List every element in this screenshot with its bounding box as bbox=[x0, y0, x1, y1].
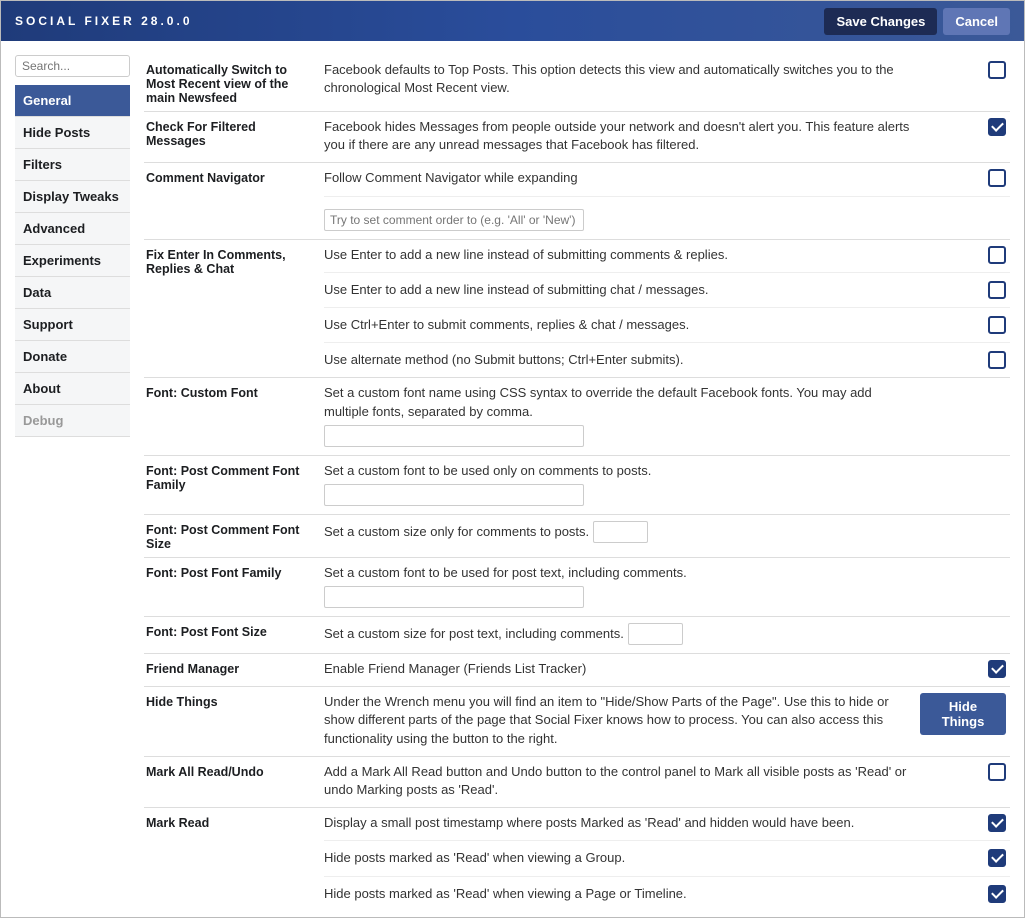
option-comment-navigator: Comment Navigator Follow Comment Navigat… bbox=[144, 163, 1010, 239]
option-desc: Use alternate method (no Submit buttons;… bbox=[324, 351, 920, 369]
search-input[interactable] bbox=[15, 55, 130, 77]
option-mark-read: Mark Read Display a small post timestamp… bbox=[144, 808, 1010, 903]
option-custom-font: Font: Custom Font Set a custom font name… bbox=[144, 378, 1010, 455]
option-desc: Set a custom font name using CSS syntax … bbox=[324, 384, 920, 446]
option-label: Comment Navigator bbox=[144, 169, 324, 238]
option-post-font-size: Font: Post Font Size Set a custom size f… bbox=[144, 617, 1010, 654]
checkbox-mark-read-page[interactable] bbox=[988, 885, 1006, 903]
custom-font-input[interactable] bbox=[324, 425, 584, 447]
option-desc: Facebook hides Messages from people outs… bbox=[324, 118, 920, 154]
option-hide-things: Hide Things Under the Wrench menu you wi… bbox=[144, 687, 1010, 757]
post-comment-font-input[interactable] bbox=[324, 484, 584, 506]
sidebar-item-filters[interactable]: Filters bbox=[15, 149, 130, 181]
option-label: Mark Read bbox=[144, 814, 324, 903]
header: SOCIAL FIXER 28.0.0 Save Changes Cancel bbox=[1, 1, 1024, 41]
option-desc: Hide posts marked as 'Read' when viewing… bbox=[324, 885, 920, 903]
option-desc: Use Ctrl+Enter to submit comments, repli… bbox=[324, 316, 920, 334]
option-desc: Under the Wrench menu you will find an i… bbox=[324, 693, 920, 748]
option-desc: Add a Mark All Read button and Undo butt… bbox=[324, 763, 920, 799]
option-label: Font: Post Comment Font Family bbox=[144, 462, 324, 514]
option-post-font-family: Font: Post Font Family Set a custom font… bbox=[144, 558, 1010, 617]
option-label: Hide Things bbox=[144, 693, 324, 756]
option-post-comment-size: Font: Post Comment Font Size Set a custo… bbox=[144, 515, 1010, 558]
option-post-comment-font: Font: Post Comment Font Family Set a cus… bbox=[144, 456, 1010, 515]
option-desc: Set a custom font to be used for post te… bbox=[324, 564, 920, 608]
option-check-filtered: Check For Filtered Messages Facebook hid… bbox=[144, 112, 1010, 163]
checkbox-mark-read-timestamp[interactable] bbox=[988, 814, 1006, 832]
sidebar-item-donate[interactable]: Donate bbox=[15, 341, 130, 373]
checkbox-alt-method[interactable] bbox=[988, 351, 1006, 369]
option-desc: Use Enter to add a new line instead of s… bbox=[324, 246, 920, 264]
option-label: Font: Post Font Family bbox=[144, 564, 324, 616]
checkbox-auto-switch[interactable] bbox=[988, 61, 1006, 79]
option-auto-switch: Automatically Switch to Most Recent view… bbox=[144, 55, 1010, 112]
options-content[interactable]: Automatically Switch to Most Recent view… bbox=[144, 55, 1010, 903]
options-window: SOCIAL FIXER 28.0.0 Save Changes Cancel … bbox=[0, 0, 1025, 918]
option-fix-enter: Fix Enter In Comments, Replies & Chat Us… bbox=[144, 240, 1010, 379]
option-label: Check For Filtered Messages bbox=[144, 118, 324, 162]
option-friend-manager: Friend Manager Enable Friend Manager (Fr… bbox=[144, 654, 1010, 687]
checkbox-check-filtered[interactable] bbox=[988, 118, 1006, 136]
sidebar-item-experiments[interactable]: Experiments bbox=[15, 245, 130, 277]
post-font-size-input[interactable] bbox=[628, 623, 683, 645]
option-desc: Set a custom font to be used only on com… bbox=[324, 462, 920, 506]
option-desc: Use Enter to add a new line instead of s… bbox=[324, 281, 920, 299]
sidebar: General Hide Posts Filters Display Tweak… bbox=[15, 55, 130, 903]
option-desc: Set a custom size for post text, includi… bbox=[324, 623, 920, 645]
option-label: Automatically Switch to Most Recent view… bbox=[144, 61, 324, 111]
checkbox-mark-all[interactable] bbox=[988, 763, 1006, 781]
save-button[interactable]: Save Changes bbox=[824, 8, 937, 35]
sidebar-item-about[interactable]: About bbox=[15, 373, 130, 405]
sidebar-item-debug[interactable]: Debug bbox=[15, 405, 130, 437]
checkbox-mark-read-group[interactable] bbox=[988, 849, 1006, 867]
hide-things-button[interactable]: Hide Things bbox=[920, 693, 1006, 735]
option-label: Font: Post Comment Font Size bbox=[144, 521, 324, 557]
cancel-button[interactable]: Cancel bbox=[943, 8, 1010, 35]
option-desc: Facebook defaults to Top Posts. This opt… bbox=[324, 61, 920, 97]
sidebar-item-hide-posts[interactable]: Hide Posts bbox=[15, 117, 130, 149]
option-label: Friend Manager bbox=[144, 660, 324, 686]
option-desc: Follow Comment Navigator while expanding bbox=[324, 169, 920, 187]
option-desc: Enable Friend Manager (Friends List Trac… bbox=[324, 660, 920, 678]
sidebar-item-advanced[interactable]: Advanced bbox=[15, 213, 130, 245]
comment-order-input[interactable] bbox=[324, 209, 584, 231]
sidebar-item-display-tweaks[interactable]: Display Tweaks bbox=[15, 181, 130, 213]
sidebar-item-support[interactable]: Support bbox=[15, 309, 130, 341]
option-label: Mark All Read/Undo bbox=[144, 763, 324, 807]
body: General Hide Posts Filters Display Tweak… bbox=[1, 41, 1024, 917]
option-desc: Display a small post timestamp where pos… bbox=[324, 814, 920, 832]
option-label: Font: Custom Font bbox=[144, 384, 324, 454]
checkbox-friend-manager[interactable] bbox=[988, 660, 1006, 678]
checkbox-enter-comments[interactable] bbox=[988, 246, 1006, 264]
option-mark-all: Mark All Read/Undo Add a Mark All Read b… bbox=[144, 757, 1010, 808]
option-desc: Set a custom size only for comments to p… bbox=[324, 521, 920, 543]
checkbox-comment-nav[interactable] bbox=[988, 169, 1006, 187]
checkbox-enter-chat[interactable] bbox=[988, 281, 1006, 299]
option-desc bbox=[324, 205, 920, 231]
header-buttons: Save Changes Cancel bbox=[824, 8, 1010, 35]
post-comment-size-input[interactable] bbox=[593, 521, 648, 543]
option-desc: Hide posts marked as 'Read' when viewing… bbox=[324, 849, 920, 867]
option-label: Fix Enter In Comments, Replies & Chat bbox=[144, 246, 324, 378]
sidebar-item-general[interactable]: General bbox=[15, 85, 130, 117]
post-font-family-input[interactable] bbox=[324, 586, 584, 608]
sidebar-item-data[interactable]: Data bbox=[15, 277, 130, 309]
option-label: Font: Post Font Size bbox=[144, 623, 324, 653]
checkbox-ctrl-enter[interactable] bbox=[988, 316, 1006, 334]
app-title: SOCIAL FIXER 28.0.0 bbox=[15, 14, 193, 28]
